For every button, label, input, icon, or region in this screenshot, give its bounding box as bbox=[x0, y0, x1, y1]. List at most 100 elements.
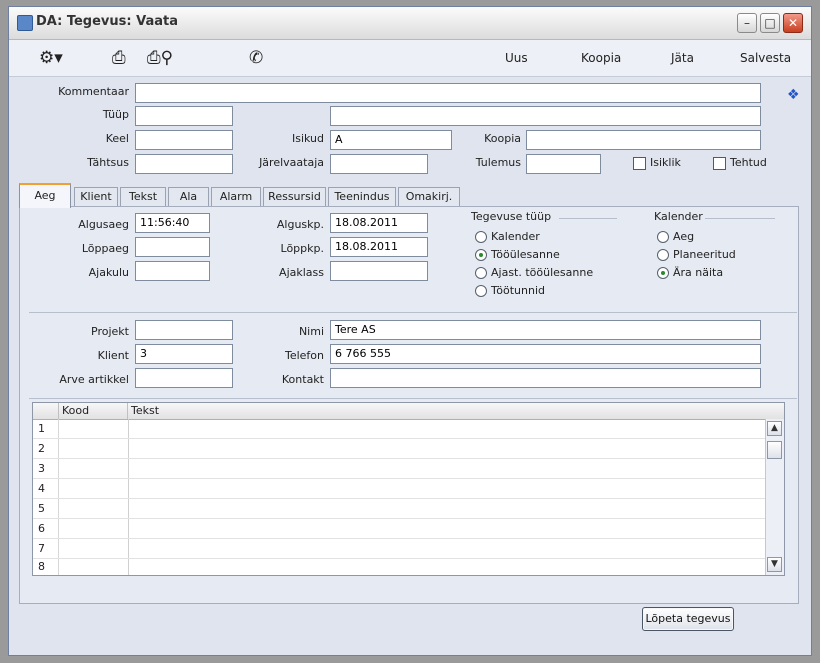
radio-ara-naita[interactable] bbox=[657, 267, 669, 279]
radio-planeeritud-label: Planeeritud bbox=[673, 248, 736, 261]
alguskp-label: Alguskp. bbox=[276, 218, 324, 231]
tab-aeg[interactable]: Aeg bbox=[19, 183, 71, 208]
arve-artikkel-input[interactable] bbox=[135, 368, 233, 388]
discard-button[interactable]: Jäta bbox=[671, 51, 694, 65]
phone-icon[interactable]: ✆ bbox=[249, 48, 263, 68]
alguskp-input[interactable]: 18.08.2011 bbox=[330, 213, 428, 233]
keel-input[interactable] bbox=[135, 130, 233, 150]
radio-tootunnid[interactable] bbox=[475, 285, 487, 297]
tegevuse-tuup-label: Tegevuse tüüp bbox=[471, 210, 552, 223]
radio-tooulesanne-label: Tööülesanne bbox=[491, 248, 560, 261]
kontakt-input[interactable] bbox=[330, 368, 761, 388]
chevron-down-icon[interactable]: ▼ bbox=[767, 557, 782, 572]
tab-ala[interactable]: Ala bbox=[168, 187, 209, 207]
koopia-label: Koopia bbox=[484, 132, 521, 145]
isikud-input[interactable]: A bbox=[330, 130, 452, 150]
radio-kalender[interactable] bbox=[475, 231, 487, 243]
tab-teenindus[interactable]: Teenindus bbox=[328, 187, 396, 207]
kontakt-label: Kontakt bbox=[281, 373, 324, 386]
tuup-label: Tüüp bbox=[102, 108, 129, 121]
row-number: 1 bbox=[33, 419, 59, 438]
grid-scrollbar[interactable]: ▲ ▼ bbox=[765, 419, 784, 575]
table-row[interactable]: 6 bbox=[33, 519, 766, 539]
radio-ajast-tooulesanne[interactable] bbox=[475, 267, 487, 279]
close-button[interactable]: ✕ bbox=[783, 13, 803, 33]
tulemus-input[interactable] bbox=[526, 154, 601, 174]
radio-planeeritud[interactable] bbox=[657, 249, 669, 261]
tab-tekst[interactable]: Tekst bbox=[120, 187, 166, 207]
tahtsus-label: Tähtsus bbox=[87, 156, 129, 169]
toolbar: ⚙▾ ⎙ ⎙⚲ ✆ Uus Koopia Jäta Salvesta bbox=[9, 40, 811, 77]
jarelvaataja-label: Järelvaataja bbox=[259, 156, 324, 169]
copy-button[interactable]: Koopia bbox=[581, 51, 621, 65]
table-row[interactable]: 8 bbox=[33, 559, 766, 575]
table-row[interactable]: 5 bbox=[33, 499, 766, 519]
jarelvaataja-input[interactable] bbox=[330, 154, 428, 174]
maximize-button[interactable]: □ bbox=[760, 13, 780, 33]
klient-input[interactable]: 3 bbox=[135, 344, 233, 364]
algusaeg-input[interactable]: 11:56:40 bbox=[135, 213, 210, 233]
isiklik-checkbox[interactable] bbox=[633, 157, 646, 170]
tab-ressursid[interactable]: Ressursid bbox=[263, 187, 326, 207]
pin-icon[interactable]: ❖ bbox=[787, 87, 800, 103]
tab-klient[interactable]: Klient bbox=[74, 187, 118, 207]
table-row[interactable]: 1 bbox=[33, 419, 766, 439]
save-button[interactable]: Salvesta bbox=[740, 51, 791, 65]
ajaklass-label: Ajaklass bbox=[279, 266, 324, 279]
tab-alarm[interactable]: Alarm bbox=[211, 187, 261, 207]
minimize-button[interactable]: – bbox=[737, 13, 757, 33]
table-row[interactable]: 2 bbox=[33, 439, 766, 459]
radio-ara-naita-label: Ära näita bbox=[673, 266, 724, 279]
telefon-input[interactable]: 6 766 555 bbox=[330, 344, 761, 364]
kommentaar-label: Kommentaar bbox=[58, 85, 129, 98]
arve-artikkel-label: Arve artikkel bbox=[59, 373, 129, 386]
row-number: 5 bbox=[33, 499, 59, 518]
loppkp-input[interactable]: 18.08.2011 bbox=[330, 237, 428, 257]
koopia-input[interactable] bbox=[526, 130, 761, 150]
loppaeg-input[interactable] bbox=[135, 237, 210, 257]
row-number: 4 bbox=[33, 479, 59, 498]
title-bar: DA: Tegevus: Vaata – □ ✕ bbox=[9, 7, 811, 40]
window: DA: Tegevus: Vaata – □ ✕ ⚙▾ ⎙ ⎙⚲ ✆ Uus K… bbox=[8, 6, 812, 656]
table-row[interactable]: 4 bbox=[33, 479, 766, 499]
isiklik-label: Isiklik bbox=[650, 156, 681, 169]
radio-ajast-tooulesanne-label: Ajast. tööülesanne bbox=[491, 266, 594, 279]
tuup-input[interactable] bbox=[135, 106, 233, 126]
radio-kalender-label: Kalender bbox=[491, 230, 540, 243]
printer-icon[interactable]: ⎙ bbox=[112, 48, 126, 68]
row-number: 6 bbox=[33, 519, 59, 538]
print-preview-icon[interactable]: ⎙⚲ bbox=[147, 48, 173, 68]
ajaklass-input[interactable] bbox=[330, 261, 428, 281]
kommentaar-input[interactable] bbox=[135, 83, 761, 103]
projekt-label: Projekt bbox=[91, 325, 129, 338]
row-number: 3 bbox=[33, 459, 59, 478]
loppkp-label: Lõppkp. bbox=[280, 242, 324, 255]
rows-grid: Kood Tekst 1 2 3 4 5 6 7 8 ▲ ▼ bbox=[32, 402, 785, 576]
scrollbar-thumb[interactable] bbox=[767, 441, 782, 459]
lopeta-tegevus-button[interactable]: Lõpeta tegevus bbox=[642, 607, 734, 631]
ajakulu-input[interactable] bbox=[135, 261, 210, 281]
tuup-description-input[interactable] bbox=[330, 106, 761, 126]
grid-header: Kood Tekst bbox=[33, 403, 784, 420]
radio-aeg[interactable] bbox=[657, 231, 669, 243]
tehtud-checkbox[interactable] bbox=[713, 157, 726, 170]
table-row[interactable]: 3 bbox=[33, 459, 766, 479]
app-icon bbox=[17, 15, 33, 31]
radio-tooulesanne[interactable] bbox=[475, 249, 487, 261]
grid-header-tekst[interactable]: Tekst bbox=[128, 403, 768, 419]
grid-header-kood[interactable]: Kood bbox=[59, 403, 128, 419]
radio-tootunnid-label: Töötunnid bbox=[491, 284, 546, 297]
separator-1 bbox=[29, 312, 797, 313]
keel-label: Keel bbox=[105, 132, 129, 145]
tab-omakirj[interactable]: Omakirj. bbox=[398, 187, 460, 207]
isikud-label: Isikud bbox=[291, 132, 324, 145]
table-row[interactable]: 7 bbox=[33, 539, 766, 559]
gear-icon[interactable]: ⚙▾ bbox=[39, 48, 63, 68]
projekt-input[interactable] bbox=[135, 320, 233, 340]
grid-header-corner bbox=[33, 403, 59, 419]
tahtsus-input[interactable] bbox=[135, 154, 233, 174]
new-button[interactable]: Uus bbox=[505, 51, 528, 65]
nimi-input[interactable]: Tere AS bbox=[330, 320, 761, 340]
tegevuse-tuup-line bbox=[559, 218, 617, 219]
chevron-up-icon[interactable]: ▲ bbox=[767, 421, 782, 436]
